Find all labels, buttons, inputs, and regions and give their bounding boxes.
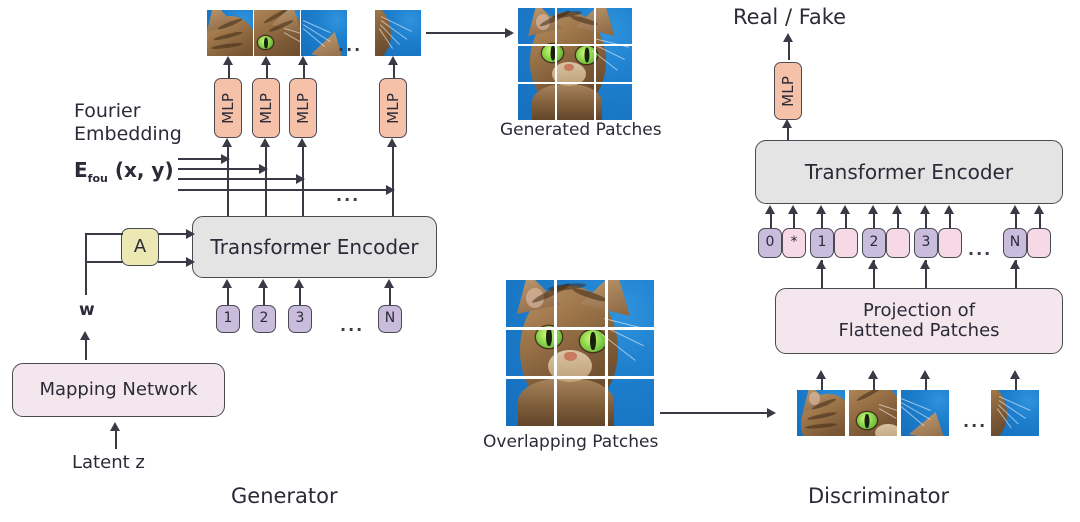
projection-of-flattened-patches: Projection of Flattened Patches: [775, 288, 1063, 354]
mapping-network: Mapping Network: [12, 363, 225, 417]
generator-token-2: 2: [252, 305, 276, 333]
overlapping-patches-label: Overlapping Patches: [483, 432, 659, 452]
projection-label: Projection of Flattened Patches: [838, 299, 1000, 341]
discriminator-token-pos-n: N: [1003, 228, 1027, 258]
real-fake-label: Real / Fake: [733, 5, 847, 29]
generated-patches-label: Generated Patches: [500, 120, 662, 140]
fourier-arrow-3: [178, 178, 298, 180]
fourier-arrow-1: [178, 158, 223, 160]
discriminator-patch-ellipsis: ...: [963, 412, 988, 431]
generator-mlp-2: MLP: [252, 78, 280, 138]
discriminator-token-pos-n-label: N: [1009, 234, 1021, 251]
architecture-diagram: ... Generated Patches MLP MLP MLP MLP Fo…: [0, 0, 1080, 522]
generator-mlp-3: MLP: [289, 78, 317, 138]
discriminator-mlp-label: MLP: [778, 75, 797, 107]
discriminator-token-emb-n: [1027, 228, 1051, 258]
discriminator-token-pos-2-label: 2: [869, 234, 879, 251]
generator-token-n: N: [378, 305, 402, 333]
generator-mlp-2-label: MLP: [256, 92, 275, 124]
discriminator-token-pos-3: 3: [914, 228, 938, 258]
w-label: w: [79, 300, 95, 320]
generator-mlp-n: MLP: [379, 78, 407, 138]
discriminator-token-emb-0: *: [782, 228, 806, 258]
generator-label: Generator: [231, 484, 338, 508]
discriminator-patch-n: [991, 390, 1039, 436]
discriminator-token-ellipsis: ...: [968, 240, 993, 259]
generated-patch-1: [207, 10, 253, 56]
generator-token-3: 3: [288, 305, 312, 333]
generator-token-ellipsis: ...: [340, 316, 365, 335]
style-transform-a: A: [121, 228, 159, 266]
generated-patch-2: [254, 10, 300, 56]
discriminator-patch-2: [849, 390, 897, 436]
discriminator-token-pos-1-label: 1: [817, 234, 827, 251]
generator-transformer-encoder: Transformer Encoder: [192, 216, 437, 278]
patches-to-projection-arrow: [660, 412, 770, 414]
style-transform-a-label: A: [133, 235, 147, 257]
generator-mlp-ellipsis: ...: [336, 186, 361, 205]
generator-mlp-n-label: MLP: [383, 92, 402, 124]
discriminator-token-emb-0-label: *: [790, 234, 798, 251]
generator-token-1-label: 1: [223, 310, 233, 327]
mapping-network-label: Mapping Network: [39, 378, 198, 400]
discriminator-patch-1: [797, 390, 845, 436]
discriminator-token-pos-2: 2: [862, 228, 886, 258]
discriminator-token-pos-1: 1: [810, 228, 834, 258]
assemble-arrow: [426, 32, 508, 34]
fourier-formula: Efou (x, y): [74, 158, 174, 185]
discriminator-token-emb-3: [938, 228, 962, 258]
discriminator-token-emb-1: [834, 228, 858, 258]
latent-z-label: Latent z: [72, 452, 145, 473]
generator-encoder-label: Transformer Encoder: [210, 234, 419, 259]
generator-token-3-label: 3: [295, 310, 305, 327]
generator-token-1: 1: [216, 305, 240, 333]
fourier-embedding-label: Fourier Embedding: [74, 100, 182, 146]
discriminator-token-pos-0-label: 0: [765, 234, 775, 251]
cat-eye-left: [542, 44, 563, 62]
discriminator-token-emb-2: [886, 228, 910, 258]
overlapping-patches-image: [506, 280, 654, 426]
generator-mlp-3-label: MLP: [293, 92, 312, 124]
generator-token-n-label: N: [384, 310, 396, 327]
discriminator-token-pos-3-label: 3: [921, 234, 931, 251]
generator-mlp-1-label: MLP: [218, 92, 237, 124]
generated-image: [518, 8, 632, 120]
discriminator-transformer-encoder: Transformer Encoder: [755, 140, 1063, 204]
discriminator-patch-3: [901, 390, 949, 436]
fourier-arrow-2: [178, 168, 261, 170]
generator-mlp-1: MLP: [214, 78, 242, 138]
discriminator-mlp: MLP: [774, 62, 802, 120]
generator-token-2-label: 2: [259, 310, 269, 327]
generated-patch-ellipsis: ...: [338, 36, 363, 55]
discriminator-label: Discriminator: [808, 484, 950, 508]
discriminator-encoder-label: Transformer Encoder: [804, 159, 1014, 184]
generated-patch-n: [375, 10, 421, 56]
discriminator-token-pos-0: 0: [758, 228, 782, 258]
